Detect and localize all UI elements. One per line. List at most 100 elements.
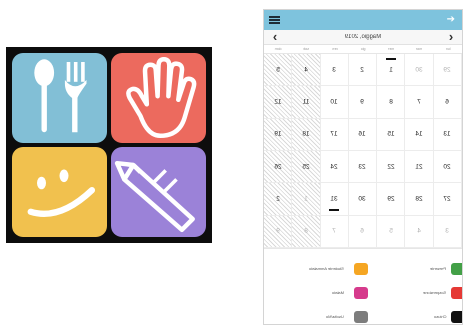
day-number: 24	[330, 163, 338, 171]
calendar-day-cell[interactable]: 30	[405, 54, 434, 87]
calendar-day-cell[interactable]: 18	[292, 118, 321, 151]
calendar-day-cell[interactable]: 6	[348, 215, 378, 248]
calendar-day-cell[interactable]: 14	[405, 118, 434, 151]
day-number: 30	[415, 66, 423, 74]
legend-swatch	[451, 311, 462, 323]
calendar-day-cell[interactable]: 28	[405, 183, 434, 216]
arrow-right-icon[interactable]: ➔	[447, 14, 455, 26]
weekday-label: mar	[416, 47, 423, 51]
calendar-day-cell[interactable]: 24	[320, 150, 349, 184]
calendar-day-cell[interactable]: 21	[405, 150, 434, 184]
calendar-day-cell[interactable]: 19	[264, 118, 293, 151]
day-number: 3	[332, 66, 337, 74]
calendar-day-cell[interactable]: 26	[264, 150, 293, 184]
legend-item: Sospensione	[264, 287, 462, 299]
month-title: Maggio, 2019	[344, 34, 382, 40]
day-number: 2	[360, 66, 365, 74]
day-number: 25	[302, 163, 310, 171]
calendar-day-cell[interactable]: 17	[320, 118, 349, 151]
calendar-day-cell[interactable]: 25	[292, 150, 321, 184]
calendar-day-cell[interactable]: 22	[377, 150, 406, 184]
day-number: 3	[445, 227, 450, 235]
calendar-day-cell[interactable]: 31	[320, 183, 349, 216]
day-event-marker	[329, 208, 340, 211]
legend-item: Chiuso	[264, 311, 462, 323]
calendar-day-cell[interactable]: 9	[348, 86, 378, 119]
calendar-day-cell[interactable]: 8	[377, 86, 406, 119]
weekday-label: ven	[331, 47, 338, 51]
day-number: 16	[358, 130, 367, 138]
calendar-day-cell[interactable]: 29	[377, 183, 406, 216]
weekday-label: mer	[388, 47, 395, 51]
day-number: 14	[415, 130, 423, 138]
calendar-day-cell[interactable]: 13	[433, 118, 462, 151]
calendar-day-cell[interactable]: 3	[433, 215, 462, 248]
day-number: 26	[274, 163, 282, 171]
weekday-label: lun	[445, 47, 451, 51]
spoon-fork-icon	[12, 53, 107, 143]
pencil-icon	[111, 147, 206, 237]
day-number: 13	[443, 130, 451, 138]
day-number: 17	[330, 130, 338, 138]
calendar-day-cell[interactable]: 16	[348, 118, 378, 151]
calendar-day-cell[interactable]: 15	[377, 118, 406, 151]
calendar-day-cell[interactable]: 12	[264, 86, 293, 119]
legend-label: Chiuso	[433, 314, 446, 319]
calendar-day-cell[interactable]: 1	[377, 54, 406, 87]
day-number: 11	[302, 98, 310, 106]
calendar-day-cell[interactable]: 7	[405, 86, 434, 119]
calendar-grid: 5 4 3 2 1 30 29 12 11 10 9 8 7 6 19 18 17 16 15 14 13 26 25 24 2…	[264, 54, 462, 249]
day-number: 7	[417, 98, 421, 106]
calendar-day-cell[interactable]: 3	[320, 54, 349, 87]
calendar-screen: ➔ ‹ Maggio, 2019 › dom sab ven gio mer m…	[263, 9, 463, 325]
weekday-label: gio	[360, 47, 366, 51]
day-number: 8	[388, 98, 393, 106]
day-number: 5	[275, 66, 280, 74]
calendar-day-cell[interactable]: 5	[377, 215, 406, 248]
legend-swatch	[451, 287, 462, 299]
calendar-day-cell[interactable]: 8	[292, 215, 321, 248]
day-number: 29	[443, 66, 451, 74]
weekday-header: dom sab ven gio mer mar lun	[264, 45, 462, 54]
calendar-day-cell[interactable]: 2	[264, 183, 293, 216]
day-number: 5	[388, 227, 393, 235]
calendar-day-cell[interactable]: 9	[264, 215, 293, 248]
weekday-label: dom	[274, 47, 282, 51]
day-number: 22	[387, 163, 395, 171]
day-number: 15	[387, 130, 395, 138]
calendar-day-cell[interactable]: 10	[320, 86, 349, 119]
day-number: 6	[445, 98, 450, 106]
day-number: 28	[415, 195, 423, 203]
day-number: 19	[274, 130, 282, 138]
calendar-day-cell[interactable]: 7	[320, 215, 349, 248]
calendar-day-cell[interactable]: 1	[292, 183, 321, 216]
month-navigation: ‹ Maggio, 2019 ›	[264, 30, 462, 45]
calendar-day-cell[interactable]: 29	[433, 54, 462, 87]
day-number: 7	[332, 227, 337, 235]
smiley-icon	[12, 147, 107, 237]
day-number: 20	[443, 163, 451, 171]
legend: Studente Ammalato Malato Uscita/Mo Prese…	[264, 256, 462, 324]
calendar-day-cell[interactable]: 20	[433, 150, 462, 184]
calendar-day-cell[interactable]: 23	[348, 150, 378, 184]
chevron-right-icon[interactable]: ›	[444, 30, 458, 44]
day-number: 1	[388, 66, 393, 74]
calendar-day-cell[interactable]: 6	[433, 86, 462, 119]
hamburger-icon[interactable]	[269, 16, 280, 24]
app-logo	[6, 47, 212, 243]
hand-icon	[111, 53, 206, 143]
day-number: 18	[302, 130, 310, 138]
calendar-day-cell[interactable]: 2	[348, 54, 378, 87]
weekday-label: sab	[303, 47, 310, 51]
calendar-day-cell[interactable]: 11	[292, 86, 321, 119]
day-number: 30	[358, 195, 367, 203]
chevron-left-icon[interactable]: ‹	[268, 30, 282, 44]
day-number: 31	[330, 195, 338, 203]
day-number: 6	[360, 227, 365, 235]
calendar-day-cell[interactable]: 4	[292, 54, 321, 87]
calendar-day-cell[interactable]: 27	[433, 183, 462, 216]
day-number: 4	[417, 227, 421, 235]
calendar-day-cell[interactable]: 4	[405, 215, 434, 248]
calendar-day-cell[interactable]: 30	[348, 183, 378, 216]
calendar-day-cell[interactable]: 5	[264, 54, 293, 87]
